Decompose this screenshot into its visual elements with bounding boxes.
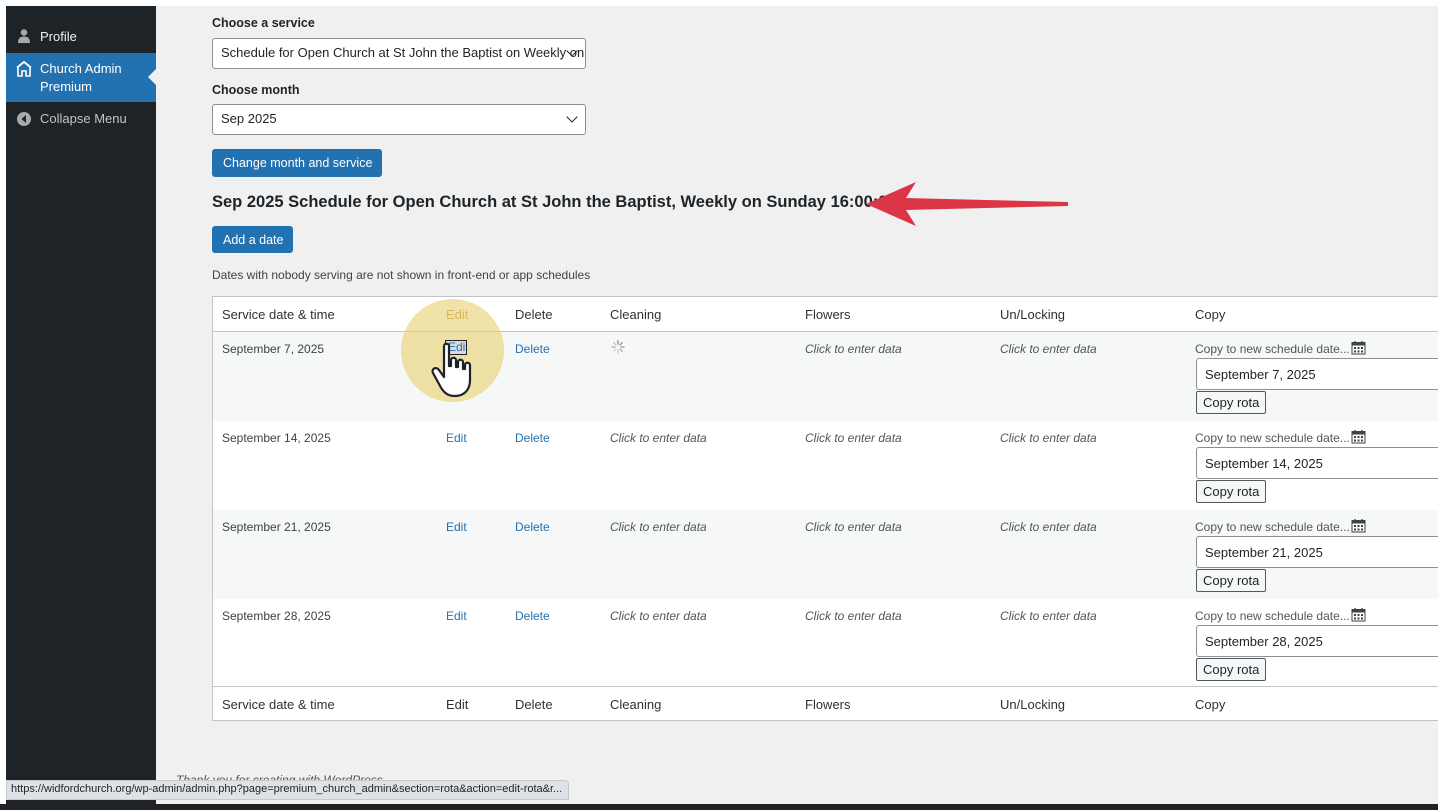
row-date: September 21, 2025 [222,520,331,534]
change-month-service-button[interactable]: Change month and service [212,149,383,177]
header-unlocking: Un/Locking [1000,307,1066,322]
footer-cleaning: Cleaning [610,697,662,712]
service-select[interactable]: Schedule for Open Church at St John the … [212,38,586,69]
footer-unlocking: Un/Locking [1000,697,1066,712]
sidebar-item-label: Profile [40,29,77,44]
row-cleaning[interactable]: Click to enter data [610,520,707,534]
row-unlocking[interactable]: Click to enter data [1000,520,1097,534]
sidebar-item-label: Church Admin Premium [40,60,122,96]
copy-date-input[interactable]: September 21, 2025 [1196,536,1438,568]
row-cleaning[interactable]: Click to enter data [610,609,707,623]
table-footer: Service date & time Edit Delete Cleaning… [213,686,1438,721]
row-unlocking[interactable]: Click to enter data [1000,431,1097,445]
row-unlocking[interactable]: Click to enter data [1000,342,1097,356]
add-date-button[interactable]: Add a date [212,226,294,253]
annotation-arrow [866,182,1068,226]
status-bar-url: https://widfordchurch.org/wp-admin/admin… [6,780,570,800]
admin-sidebar: Profile Church Admin Premium Collapse Me… [6,6,156,804]
service-select-value: Schedule for Open Church at St John the … [221,45,585,60]
month-label: Choose month [212,83,300,97]
sidebar-item-label: Collapse Menu [40,111,127,126]
footer-flowers: Flowers [805,697,851,712]
church-icon [16,61,32,77]
loading-spinner-icon [611,340,625,354]
calendar-icon[interactable] [1351,518,1366,533]
schedule-heading: Sep 2025 Schedule for Open Church at St … [212,193,897,211]
copy-date-input[interactable]: September 28, 2025 [1196,625,1438,657]
row-delete-link[interactable]: Delete [515,342,550,356]
calendar-icon[interactable] [1351,429,1366,444]
hand-cursor-icon [431,342,472,398]
copy-label: Copy to new schedule date... [1195,609,1350,623]
copy-rota-button[interactable]: Copy rota [1196,391,1267,414]
copy-label: Copy to new schedule date... [1195,431,1350,445]
row-flowers[interactable]: Click to enter data [805,609,902,623]
sidebar-item-collapse-menu[interactable]: Collapse Menu [6,110,156,134]
row-edit-link[interactable]: Edit [446,431,467,445]
row-cleaning[interactable]: Click to enter data [610,431,707,445]
copy-date-input[interactable]: September 7, 2025 [1196,358,1438,390]
footer-edit: Edit [446,697,469,712]
row-flowers[interactable]: Click to enter data [805,520,902,534]
row-flowers[interactable]: Click to enter data [805,431,902,445]
header-flowers: Flowers [805,307,851,322]
sidebar-label-line2: Premium [40,79,93,94]
row-edit-link[interactable]: Edit [446,609,467,623]
calendar-icon[interactable] [1351,607,1366,622]
calendar-icon[interactable] [1351,340,1366,355]
month-select-value: Sep 2025 [221,111,277,126]
row-date: September 28, 2025 [222,609,331,623]
footer-service-date: Service date & time [222,697,335,712]
row-edit-link[interactable]: Edit [446,520,467,534]
copy-rota-button[interactable]: Copy rota [1196,480,1267,503]
table-row: September 14, 2025 Edit Delete Click to … [213,421,1438,510]
copy-label: Copy to new schedule date... [1195,520,1350,534]
row-date: September 14, 2025 [222,431,331,445]
header-cleaning: Cleaning [610,307,662,322]
schedule-note: Dates with nobody serving are not shown … [212,268,591,282]
table-row: September 7, 2025 Edit Delete Click to e… [213,332,1438,421]
table-header: Service date & time Edit Delete Cleaning… [213,297,1438,332]
row-unlocking[interactable]: Click to enter data [1000,609,1097,623]
copy-date-input[interactable]: September 14, 2025 [1196,447,1438,479]
month-select[interactable]: Sep 2025 [212,104,586,135]
sidebar-label-line1: Church Admin [40,61,122,76]
user-icon [18,29,30,43]
taskbar-edge [0,804,1438,810]
table-row: September 21, 2025 Edit Delete Click to … [213,510,1438,599]
copy-label: Copy to new schedule date... [1195,342,1350,356]
header-service-date: Service date & time [222,307,335,322]
header-copy: Copy [1195,307,1226,322]
row-date: September 7, 2025 [222,342,325,356]
row-delete-link[interactable]: Delete [515,520,550,534]
footer-delete: Delete [515,697,553,712]
header-delete: Delete [515,307,553,322]
footer-copy: Copy [1195,697,1226,712]
table-row: September 28, 2025 Edit Delete Click to … [213,599,1438,688]
collapse-icon [17,112,31,126]
chevron-down-icon [566,111,578,123]
service-label: Choose a service [212,16,315,30]
sidebar-item-church-admin[interactable]: Church Admin Premium [6,53,156,102]
schedule-table: Service date & time Edit Delete Cleaning… [212,296,1438,721]
copy-rota-button[interactable]: Copy rota [1196,658,1267,681]
row-delete-link[interactable]: Delete [515,431,550,445]
copy-rota-button[interactable]: Copy rota [1196,569,1267,592]
row-delete-link[interactable]: Delete [515,609,550,623]
row-flowers[interactable]: Click to enter data [805,342,902,356]
